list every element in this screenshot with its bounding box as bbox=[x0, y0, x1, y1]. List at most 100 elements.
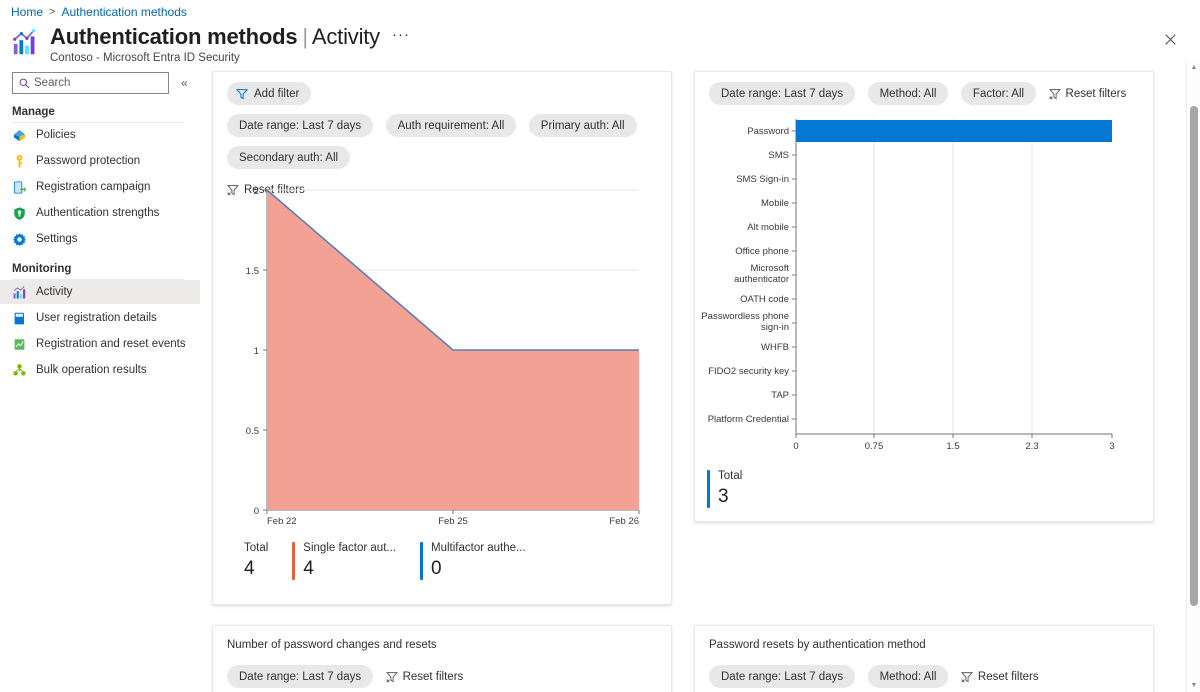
filter-pill-date-range[interactable]: Date range: Last 7 days bbox=[227, 665, 374, 688]
filter-pill-factor[interactable]: Factor: All bbox=[960, 82, 1037, 105]
add-filter-button[interactable]: Add filter bbox=[227, 82, 312, 105]
svg-text:OATH code: OATH code bbox=[740, 294, 789, 305]
reset-filters-button[interactable]: Reset filters bbox=[385, 665, 464, 688]
more-options-button[interactable]: ··· bbox=[388, 25, 414, 45]
password-changes-card: Number of password changes and resets Da… bbox=[212, 625, 672, 692]
gear-icon bbox=[13, 232, 26, 246]
stat-label: Total bbox=[244, 542, 269, 554]
search-input[interactable] bbox=[34, 77, 154, 89]
page-title-section: Activity bbox=[311, 24, 380, 49]
policies-icon bbox=[13, 129, 26, 141]
sidebar-item-password-protection[interactable]: Password protection bbox=[0, 149, 200, 173]
book-icon bbox=[14, 312, 24, 324]
stat-accent-bar bbox=[292, 542, 296, 580]
reset-filters-button[interactable]: Reset filters bbox=[960, 665, 1039, 688]
reset-filters-label: Reset filters bbox=[1065, 87, 1127, 100]
main-content: Add filter Date range: Last 7 days Auth … bbox=[200, 68, 1188, 692]
svg-text:2: 2 bbox=[254, 186, 259, 197]
stat-single-factor: Single factor aut... 4 bbox=[292, 542, 420, 580]
password-resets-filters: Date range: Last 7 days Method: All Rese… bbox=[695, 651, 1153, 692]
add-filter-label: Add filter bbox=[254, 87, 300, 100]
shield-icon bbox=[14, 206, 25, 220]
svg-text:Passwordless phone: Passwordless phone bbox=[701, 311, 789, 322]
svg-text:FIDO2 security key: FIDO2 security key bbox=[708, 366, 789, 377]
stat-accent-bar bbox=[707, 470, 710, 508]
stat-multifactor: Multifactor authe... 0 bbox=[420, 542, 550, 580]
breadcrumb: Home > Authentication methods bbox=[11, 5, 187, 19]
sidebar-search-row: « bbox=[0, 68, 200, 94]
page-subtitle: Contoso - Microsoft Entra ID Security bbox=[50, 52, 240, 64]
svg-text:sign-in: sign-in bbox=[761, 322, 789, 333]
svg-text:Feb 22: Feb 22 bbox=[267, 516, 297, 527]
sidebar-item-label: Registration and reset events bbox=[36, 338, 186, 350]
filter-pill-method[interactable]: Method: All bbox=[867, 82, 949, 105]
sidebar-item-user-registration-details[interactable]: User registration details bbox=[0, 306, 200, 330]
sidebar-item-label: Authentication strengths bbox=[36, 207, 160, 219]
password-changes-filters: Date range: Last 7 days Reset filters bbox=[213, 651, 671, 692]
authentication-methods-icon bbox=[13, 29, 36, 55]
svg-text:Feb 25: Feb 25 bbox=[438, 516, 468, 527]
stat-label: Multifactor authe... bbox=[431, 542, 526, 554]
methods-used-filters: Date range: Last 7 days Method: All Fact… bbox=[695, 72, 1153, 113]
reset-filter-icon bbox=[1048, 88, 1061, 100]
chart-icon bbox=[13, 285, 26, 298]
svg-text:2.3: 2.3 bbox=[1025, 441, 1038, 452]
sidebar-item-activity[interactable]: Activity bbox=[0, 280, 200, 304]
filter-pill-date-range[interactable]: Date range: Last 7 days bbox=[709, 665, 856, 688]
sidebar-item-settings[interactable]: Settings bbox=[0, 227, 200, 251]
sidebar-item-authentication-strengths[interactable]: Authentication strengths bbox=[0, 201, 200, 225]
svg-text:SMS: SMS bbox=[768, 150, 789, 161]
svg-text:Feb 26: Feb 26 bbox=[609, 516, 639, 527]
reset-filters-button[interactable]: Reset filters bbox=[1048, 82, 1127, 105]
search-icon bbox=[19, 78, 30, 88]
svg-text:0.75: 0.75 bbox=[865, 441, 884, 452]
reset-filter-icon bbox=[385, 671, 398, 683]
password-resets-by-method-card: Password resets by authentication method… bbox=[694, 625, 1154, 692]
sidebar: « Manage Policies Password protection bbox=[0, 68, 200, 692]
events-icon bbox=[14, 338, 25, 350]
filter-pill-secondary-auth[interactable]: Secondary auth: All bbox=[227, 146, 351, 169]
svg-text:1.5: 1.5 bbox=[246, 266, 259, 277]
filter-pill-auth-requirement[interactable]: Auth requirement: All bbox=[385, 114, 517, 137]
sidebar-item-registration-and-reset-events[interactable]: Registration and reset events bbox=[0, 332, 200, 356]
svg-text:Mobile: Mobile bbox=[761, 198, 789, 209]
reset-filters-label: Reset filters bbox=[402, 670, 464, 683]
page-scrollbar[interactable]: ▲ ▼ bbox=[1186, 60, 1200, 692]
authentication-activity-chart-render: 2 1.5 1 0.5 0 bbox=[246, 186, 640, 514]
search-input-wrapper[interactable] bbox=[12, 72, 169, 94]
svg-text:0: 0 bbox=[793, 441, 798, 452]
breadcrumb-authentication-methods[interactable]: Authentication methods bbox=[61, 5, 186, 19]
svg-text:TAP: TAP bbox=[771, 390, 789, 401]
sidebar-item-label: Settings bbox=[36, 233, 78, 245]
filter-pill-date-range[interactable]: Date range: Last 7 days bbox=[709, 82, 856, 105]
breadcrumb-home[interactable]: Home bbox=[11, 5, 43, 19]
sidebar-item-bulk-operation-results[interactable]: Bulk operation results bbox=[0, 358, 200, 382]
svg-text:authenticator: authenticator bbox=[734, 274, 789, 285]
breadcrumb-separator-icon: > bbox=[49, 6, 56, 18]
stat-label: Total bbox=[718, 470, 743, 482]
filter-pill-method[interactable]: Method: All bbox=[867, 665, 949, 688]
bar-password bbox=[796, 120, 1112, 142]
authentication-methods-used-chart: Password SMS SMS Sign-in Mobile Alt mobi… bbox=[701, 119, 1115, 452]
area-chart-xlabels: Feb 22 Feb 25 Feb 26 bbox=[227, 513, 657, 534]
scroll-up-arrow-icon[interactable]: ▲ bbox=[1187, 60, 1200, 74]
sidebar-item-label: Registration campaign bbox=[36, 181, 151, 193]
scroll-down-arrow-icon[interactable]: ▼ bbox=[1187, 678, 1200, 692]
stat-value: 3 bbox=[718, 486, 729, 507]
sidebar-item-label: Activity bbox=[36, 286, 73, 298]
authentication-methods-used-card: Date range: Last 7 days Method: All Fact… bbox=[694, 71, 1154, 522]
collapse-sidebar-button[interactable]: « bbox=[177, 75, 192, 91]
methods-used-stats: Total 3 bbox=[707, 470, 766, 508]
sidebar-item-label: User registration details bbox=[36, 312, 157, 324]
filter-pill-primary-auth[interactable]: Primary auth: All bbox=[528, 114, 637, 137]
sidebar-item-policies[interactable]: Policies bbox=[0, 123, 200, 147]
close-icon bbox=[1164, 33, 1176, 45]
stat-accent-bar bbox=[420, 542, 423, 580]
sidebar-item-registration-campaign[interactable]: Registration campaign bbox=[0, 175, 200, 199]
filter-icon bbox=[236, 88, 248, 99]
close-blade-button[interactable] bbox=[1159, 28, 1181, 50]
password-resets-title: Password resets by authentication method bbox=[709, 639, 926, 651]
svg-text:Microsoft: Microsoft bbox=[750, 263, 789, 274]
scrollbar-thumb[interactable] bbox=[1190, 106, 1198, 606]
filter-pill-date-range[interactable]: Date range: Last 7 days bbox=[227, 114, 374, 137]
